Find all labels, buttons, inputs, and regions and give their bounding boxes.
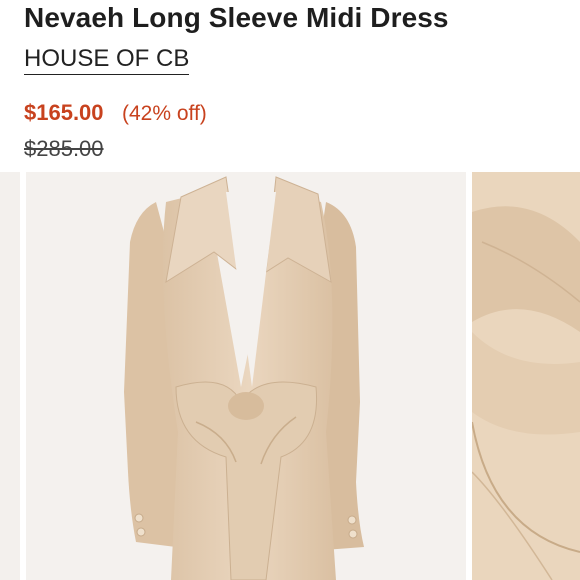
gallery-main-image[interactable]	[26, 172, 466, 580]
gallery-prev-image-edge[interactable]	[0, 172, 20, 580]
image-gallery[interactable]	[0, 172, 580, 580]
price-row: $165.00 (42% off)	[24, 100, 207, 126]
sale-price: $165.00	[24, 100, 104, 125]
brand-link[interactable]: HOUSE OF CB	[24, 46, 190, 75]
gallery-next-image[interactable]	[472, 172, 580, 580]
original-price: $285.00	[24, 136, 104, 161]
discount-label: (42% off)	[121, 102, 207, 125]
product-title: Nevaeh Long Sleeve Midi Dress	[24, 2, 449, 33]
